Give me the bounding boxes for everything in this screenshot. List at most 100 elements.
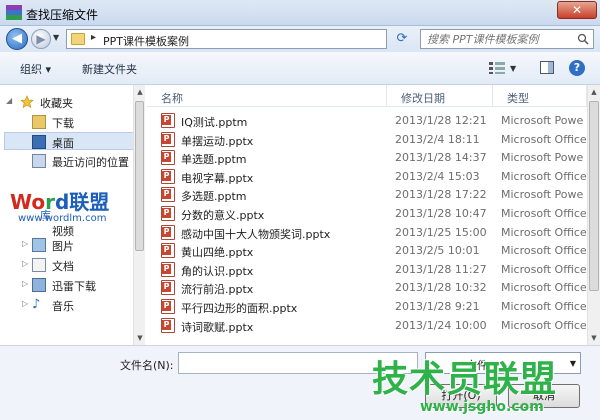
address-bar[interactable]: ▸ PPT课件模板案例 ▼: [66, 29, 447, 49]
file-type: Microsoft Powe: [501, 151, 584, 165]
file-name: 平行四边形的面积.pptx: [181, 302, 298, 315]
file-date: 2013/1/28 17:22: [395, 188, 487, 202]
file-row[interactable]: 单摆运动.pptx 2013/2/4 18:11 Microsoft Office: [147, 130, 587, 149]
expand-arrow-icon[interactable]: ▷: [22, 239, 28, 248]
view-options-icon[interactable]: [489, 62, 505, 74]
file-type: Microsoft Office: [501, 300, 587, 313]
desktop-icon: [32, 135, 46, 149]
file-date: 2013/1/28 14:37: [395, 151, 487, 165]
file-row[interactable]: 流行前沿.pptx 2013/1/28 10:32 Microsoft Office: [147, 278, 587, 297]
new-folder-button[interactable]: 新建文件夹: [82, 61, 137, 77]
file-row[interactable]: 单选题.pptm 2013/1/28 14:37 Microsoft Powe: [147, 148, 587, 167]
toolbar: 组织 ▾ 新建文件夹 ▼ ?: [0, 52, 600, 85]
nav-downloads[interactable]: 下载: [0, 113, 132, 131]
file-row[interactable]: 角的认识.pptx 2013/1/28 11:27 Microsoft Office: [147, 260, 587, 279]
nav-scrollbar[interactable]: ▲ ▼: [133, 85, 145, 345]
file-date: 2013/1/28 12:21: [395, 114, 487, 127]
search-input[interactable]: [421, 30, 571, 48]
scroll-up-icon[interactable]: ▲: [589, 88, 599, 96]
help-icon[interactable]: ?: [569, 60, 585, 76]
nav-recent-places[interactable]: 最近访问的位置: [0, 152, 132, 170]
scroll-up-icon[interactable]: ▲: [135, 88, 145, 96]
pptx-file-icon: [161, 280, 175, 296]
file-row[interactable]: 分数的意义.pptx 2013/1/28 10:47 Microsoft Offic…: [147, 204, 587, 223]
file-row[interactable]: 黄山四绝.pptx 2013/2/5 10:01 Microsoft Office: [147, 241, 587, 260]
search-icon[interactable]: [577, 33, 589, 45]
file-date: 2013/2/4 18:11: [395, 132, 480, 146]
search-box[interactable]: [420, 29, 594, 49]
nav-pictures-label: 图片: [52, 240, 74, 253]
file-type: Microsoft Office: [501, 207, 587, 220]
nav-thunder[interactable]: ▷ 迅雷下载: [0, 276, 132, 294]
nav-music[interactable]: ▷ ♪ 音乐: [0, 296, 132, 314]
scroll-down-icon[interactable]: ▼: [589, 334, 599, 342]
chevron-down-icon[interactable]: ▼: [570, 359, 576, 368]
forward-button[interactable]: ▶: [31, 29, 51, 49]
column-date[interactable]: 修改日期: [387, 85, 493, 107]
downloads-folder-icon: [32, 115, 46, 129]
file-type: Microsoft Office: [501, 132, 587, 146]
file-type: Microsoft Powe: [501, 114, 584, 127]
expand-arrow-icon[interactable]: ▷: [22, 259, 28, 268]
expand-arrow-icon[interactable]: ▷: [22, 299, 28, 308]
file-name: 流行前沿.pptx: [181, 283, 254, 297]
nav-thunder-label: 迅雷下载: [52, 280, 96, 293]
pptx-file-icon: [161, 299, 175, 314]
file-row[interactable]: IQ测试.pptm 2013/1/28 12:21 Microsoft Powe: [147, 111, 587, 130]
documents-icon: [32, 258, 46, 272]
back-button[interactable]: ◀: [6, 28, 28, 50]
file-name: 单选题.pptm: [181, 153, 247, 167]
scroll-down-icon[interactable]: ▼: [135, 334, 145, 342]
file-name: 单摆运动.pptx: [181, 134, 254, 148]
file-row[interactable]: 电视字幕.pptx 2013/2/4 15:03 Microsoft Office: [147, 167, 587, 186]
file-row[interactable]: 多选题.pptm 2013/1/28 17:22 Microsoft Powe: [147, 185, 587, 204]
thunder-icon: [32, 278, 46, 292]
star-icon: [20, 95, 34, 109]
view-dropdown-icon[interactable]: ▼: [510, 64, 516, 73]
recent-pages-dropdown[interactable]: ▼: [53, 33, 59, 42]
file-list-scroll-thumb[interactable]: [589, 101, 599, 291]
wordlm-watermark: Word联盟: [10, 190, 110, 214]
jsgho-url: www.jsgho.com: [420, 399, 544, 415]
file-row[interactable]: 诗词歌赋.pptx 2013/1/24 10:00 Microsoft Office: [147, 316, 587, 335]
file-row[interactable]: 感动中国十大人物颁奖词.pptx 2013/1/25 15:00 Microsoft…: [147, 223, 587, 242]
column-header-row: 名称 修改日期 类型: [147, 85, 587, 107]
pptx-file-icon: [161, 168, 175, 184]
file-name: 感动中国十大人物颁奖词.pptx: [181, 227, 331, 241]
pptx-file-icon: [161, 224, 175, 240]
title-bar: 查找压缩文件 ✕: [0, 0, 600, 26]
nav-pictures[interactable]: ▷ 图片: [0, 236, 132, 254]
pptx-file-icon: [161, 150, 175, 166]
nav-favorites[interactable]: ◢ 收藏夹: [0, 93, 132, 111]
pptx-file-icon: [161, 261, 175, 277]
preview-pane-icon[interactable]: [540, 61, 554, 74]
nav-desktop[interactable]: 桌面: [4, 132, 136, 150]
expand-arrow-icon[interactable]: ▷: [22, 279, 28, 288]
breadcrumb-separator[interactable]: ▸: [91, 32, 96, 43]
file-date: 2013/1/28 10:32: [395, 281, 487, 295]
file-name: IQ测试.pptm: [181, 116, 248, 129]
organize-button[interactable]: 组织 ▾: [20, 61, 51, 77]
pptx-file-icon: [161, 206, 175, 221]
breadcrumb-current[interactable]: PPT课件模板案例: [103, 33, 189, 49]
file-date: 2013/2/4 15:03: [395, 169, 480, 183]
file-date: 2013/1/28 9:21: [395, 300, 480, 313]
column-type[interactable]: 类型: [493, 85, 587, 107]
file-date: 2013/2/5 10:01: [395, 244, 480, 258]
nav-downloads-label: 下载: [52, 117, 74, 130]
file-list-scrollbar[interactable]: ▲ ▼: [587, 85, 600, 345]
collapse-arrow-icon[interactable]: ◢: [6, 96, 12, 105]
column-name[interactable]: 名称: [147, 85, 387, 107]
file-list[interactable]: 名称 修改日期 类型 IQ测试.pptm 2013/1/28 12:21 Micro…: [147, 85, 587, 345]
pictures-icon: [32, 238, 46, 252]
address-row: ◀ ▶ ▼ ▸ PPT课件模板案例 ▼ ⟳: [0, 26, 600, 52]
file-name: 角的认识.pptx: [181, 264, 254, 278]
file-type: Microsoft Office: [501, 169, 587, 183]
nav-scroll-thumb[interactable]: [135, 101, 144, 251]
file-type: Microsoft Office: [501, 281, 587, 295]
nav-documents[interactable]: ▷ 文档: [0, 256, 132, 274]
pptx-file-icon: [161, 187, 175, 203]
close-button[interactable]: ✕: [557, 1, 597, 19]
file-row[interactable]: 平行四边形的面积.pptx 2013/1/28 9:21 Microsoft Off…: [147, 297, 587, 316]
refresh-icon[interactable]: ⟳: [392, 29, 412, 49]
